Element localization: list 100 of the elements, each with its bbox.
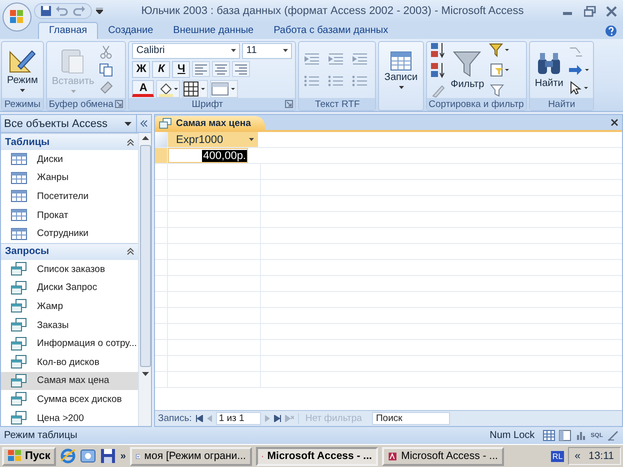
- redo-icon[interactable]: [72, 5, 86, 17]
- table-cell[interactable]: 400,00р.: [168, 148, 248, 163]
- caret-icon[interactable]: [249, 138, 254, 141]
- caret-icon[interactable]: [123, 122, 133, 126]
- text-style-button[interactable]: К: [152, 60, 170, 78]
- taskbar-window-button[interactable]: Microsoft Access - ...: [256, 446, 378, 466]
- navigation-item[interactable]: Самая мах цена: [1, 372, 138, 390]
- collapse-pane-icon[interactable]: [140, 120, 148, 127]
- group-label: Буфер обмена: [48, 98, 114, 110]
- replace-icon[interactable]: [568, 45, 584, 59]
- navigation-item[interactable]: Заказы: [1, 316, 138, 334]
- navigation-item[interactable]: Кол-во дисков: [1, 352, 138, 372]
- copy-icon[interactable]: [99, 63, 114, 77]
- gridlines-icon[interactable]: [182, 80, 208, 98]
- ribbon-tab[interactable]: Главная: [38, 22, 98, 39]
- scrollbar[interactable]: [138, 133, 151, 426]
- group-header[interactable]: Таблицы: [1, 133, 138, 150]
- show-hidden-icons-button[interactable]: «: [574, 450, 580, 462]
- document-tab[interactable]: Самая мах цена: [155, 116, 265, 130]
- clipboard-icon: [60, 47, 86, 75]
- format-painter-icon[interactable]: [99, 81, 114, 95]
- datasheet-view-icon[interactable]: [542, 430, 555, 441]
- select-cursor-icon[interactable]: [568, 81, 590, 95]
- navigation-item[interactable]: Прокат: [1, 206, 138, 224]
- query-icon: [11, 262, 27, 276]
- start-button[interactable]: Пуск: [2, 446, 56, 466]
- advanced-filter-icon[interactable]: [489, 62, 512, 78]
- dialog-launcher-icon[interactable]: [115, 100, 124, 108]
- language-indicator[interactable]: RL: [551, 450, 564, 462]
- table-icon: [390, 51, 412, 71]
- column-header[interactable]: Expr1000: [168, 132, 258, 147]
- align-center-icon[interactable]: [212, 61, 230, 77]
- navigation-item[interactable]: Сотрудники: [1, 224, 138, 243]
- navigation-item[interactable]: Список заказов: [1, 260, 138, 279]
- text-style-button[interactable]: Ч: [172, 60, 190, 78]
- pivot-table-icon[interactable]: [558, 430, 571, 441]
- font-color-button[interactable]: А: [132, 80, 154, 97]
- clock: 13:11: [588, 450, 614, 462]
- taskbar-window-button[interactable]: Microsoft Access - ...: [382, 446, 504, 466]
- last-record-icon[interactable]: [274, 415, 282, 422]
- ribbon-tab[interactable]: Внешние данные: [163, 22, 264, 39]
- desktop-icon[interactable]: [80, 448, 96, 464]
- selection-filter-icon[interactable]: [489, 42, 512, 58]
- help-icon[interactable]: [605, 24, 617, 36]
- ribbon-tab[interactable]: Работа с базами данных: [264, 22, 398, 39]
- query-icon: [11, 318, 27, 332]
- query-icon: [11, 355, 27, 370]
- restore-icon[interactable]: [584, 6, 596, 16]
- table-icon: [11, 209, 27, 222]
- group-label: Режимы: [4, 98, 40, 110]
- fill-color-icon[interactable]: [156, 80, 180, 98]
- save-icon[interactable]: [40, 5, 52, 17]
- font-name-field[interactable]: Calibri: [132, 42, 240, 58]
- group-label: Найти: [548, 98, 576, 110]
- first-record-icon[interactable]: [196, 415, 203, 422]
- align-right-icon[interactable]: [232, 61, 250, 77]
- navigation-item[interactable]: Посетители: [1, 187, 138, 206]
- navigation-item[interactable]: Информация о сотру...: [1, 334, 138, 353]
- go-to-arrow-icon[interactable]: [568, 63, 590, 77]
- find-button[interactable]: Найти: [532, 50, 566, 90]
- table-icon: [11, 153, 27, 166]
- more-icon[interactable]: »: [120, 450, 126, 462]
- query-icon: [11, 299, 27, 314]
- group-header[interactable]: Запросы: [1, 242, 138, 260]
- close-icon[interactable]: [611, 119, 618, 126]
- customize-caret-icon[interactable]: [96, 8, 103, 14]
- navigation-item[interactable]: Жамр: [1, 297, 138, 316]
- sort-descending-icon[interactable]: [430, 62, 446, 78]
- table-icon: [11, 228, 27, 240]
- view-button[interactable]: Режим: [5, 47, 40, 93]
- navigation-item[interactable]: Диски Запрос: [1, 278, 138, 298]
- ribbon-tab[interactable]: Создание: [98, 22, 164, 39]
- navigation-item[interactable]: Цена >200: [1, 408, 138, 426]
- group-label: Сортировка и фильтр: [428, 98, 524, 110]
- collapse-section-icon: [127, 138, 134, 146]
- font-size-field[interactable]: 11: [242, 42, 292, 58]
- record-position-field[interactable]: 1 из 1: [216, 412, 262, 425]
- sort-ascending-icon[interactable]: [430, 42, 446, 58]
- ruler-pencil-icon: [8, 48, 36, 74]
- filter-button[interactable]: Фильтр: [448, 49, 486, 91]
- search-field[interactable]: Поиск: [372, 412, 450, 425]
- close-icon[interactable]: [606, 6, 617, 16]
- navigation-item[interactable]: Диски: [1, 150, 138, 169]
- collapse-section-icon: [127, 248, 134, 256]
- align-left-icon[interactable]: [192, 61, 210, 77]
- navigation-item[interactable]: Сумма всех дисков: [1, 390, 138, 409]
- save-icon[interactable]: [100, 448, 116, 464]
- caret-icon: [20, 89, 25, 92]
- query-icon: [11, 280, 27, 295]
- taskbar-window-button[interactable]: моя [Режим ограни...: [130, 446, 252, 466]
- cut-icon[interactable]: [99, 45, 114, 59]
- alternate-row-color-icon[interactable]: [210, 80, 238, 98]
- text-style-button[interactable]: Ж: [132, 60, 150, 78]
- pivot-chart-icon[interactable]: [574, 430, 587, 441]
- window-title: Юльчик 2003 : база данных (формат Access 2002 - 2003) - Microsoft Access: [140, 5, 525, 17]
- navigation-item[interactable]: Жанры: [1, 168, 138, 188]
- query-icon: [159, 118, 172, 128]
- browser-icon[interactable]: [60, 448, 76, 464]
- design-view-icon[interactable]: [607, 430, 619, 441]
- dialog-launcher-icon[interactable]: [285, 100, 294, 108]
